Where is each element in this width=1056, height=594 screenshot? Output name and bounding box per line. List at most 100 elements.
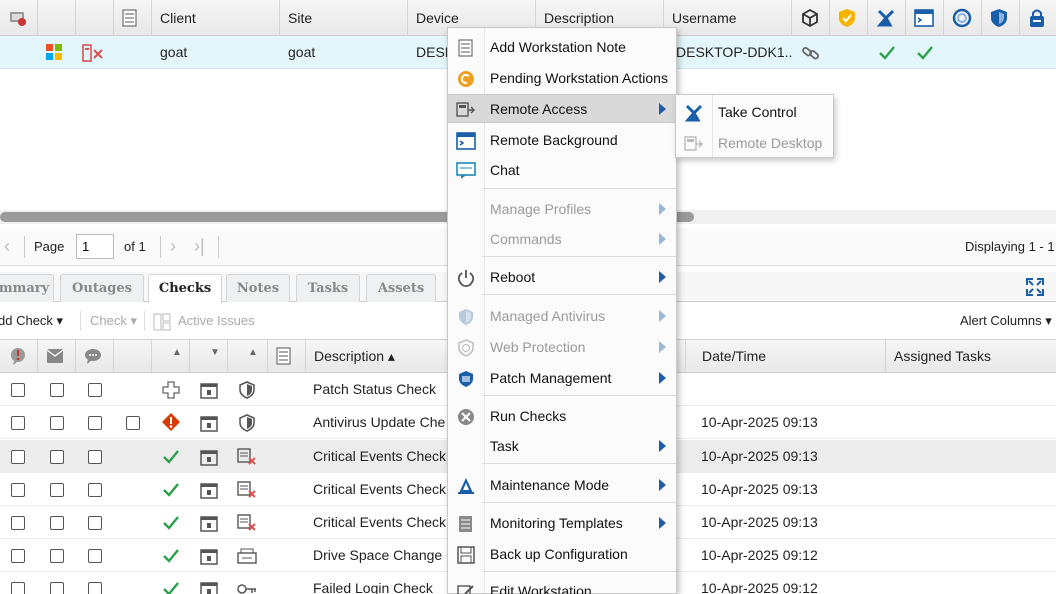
col-shield-header[interactable] bbox=[830, 0, 868, 36]
menu-remote-access[interactable]: Remote Access bbox=[448, 94, 676, 123]
col-comment-header[interactable] bbox=[76, 340, 114, 373]
tab-notes[interactable]: Notes bbox=[226, 274, 290, 302]
col-take-control-header[interactable] bbox=[868, 0, 906, 36]
menu-run-checks[interactable]: Run Checks bbox=[448, 402, 676, 431]
alert-checkbox[interactable] bbox=[11, 450, 25, 464]
col-blue-shield-header[interactable] bbox=[982, 0, 1020, 36]
check-datetime: 10-Apr-2025 09:13 bbox=[701, 514, 818, 530]
extra-checkbox[interactable] bbox=[126, 416, 140, 430]
alert-columns-button[interactable]: Alert Columns ▾ bbox=[960, 313, 1052, 329]
check-description: Failed Login Check bbox=[313, 580, 433, 594]
error-diamond-icon bbox=[160, 411, 182, 433]
col-datetime-header[interactable]: Date/Time bbox=[694, 340, 886, 373]
menu-add-workstation-note[interactable]: Add Workstation Note bbox=[448, 33, 676, 62]
pending-icon bbox=[454, 67, 478, 91]
menu-managed-antivirus[interactable]: Managed Antivirus bbox=[448, 302, 676, 331]
displaying-count: Displaying 1 - 1 bbox=[965, 239, 1055, 254]
menu-reboot[interactable]: Reboot bbox=[448, 263, 676, 292]
tab-summary[interactable]: mmary bbox=[0, 274, 54, 302]
col-backup-header[interactable] bbox=[1020, 0, 1056, 36]
tab-assets[interactable]: Assets bbox=[366, 274, 436, 302]
comment-checkbox[interactable] bbox=[88, 416, 102, 430]
last-page-icon[interactable]: ›| bbox=[194, 236, 205, 257]
col-alert-header[interactable] bbox=[0, 0, 38, 36]
comment-checkbox[interactable] bbox=[88, 483, 102, 497]
check-icon bbox=[160, 479, 182, 501]
col-status-header[interactable] bbox=[76, 0, 114, 36]
expand-icon[interactable] bbox=[1024, 276, 1046, 298]
package-icon bbox=[802, 8, 818, 28]
menu-pending-actions[interactable]: Pending Workstation Actions bbox=[448, 64, 676, 93]
email-checkbox[interactable] bbox=[50, 383, 64, 397]
shield-icon bbox=[454, 305, 478, 329]
menu-label: Reboot bbox=[490, 269, 536, 285]
menu-chat[interactable]: Chat bbox=[448, 156, 676, 185]
menu-web-protection[interactable]: Web Protection bbox=[448, 333, 676, 362]
menu-maintenance-mode[interactable]: Maintenance Mode bbox=[448, 471, 676, 500]
menu-backup-configuration[interactable]: Back up Configuration bbox=[448, 540, 676, 569]
comment-checkbox[interactable] bbox=[88, 516, 102, 530]
page-label: Page bbox=[34, 239, 65, 254]
comment-checkbox[interactable] bbox=[88, 549, 102, 563]
tab-outages[interactable]: Outages bbox=[60, 274, 144, 302]
alert-checkbox[interactable] bbox=[11, 582, 25, 594]
menu-take-control[interactable]: Take Control bbox=[676, 98, 833, 127]
page-number-input[interactable] bbox=[76, 234, 114, 259]
email-checkbox[interactable] bbox=[50, 483, 64, 497]
alert-checkbox[interactable] bbox=[11, 549, 25, 563]
col-av-header[interactable] bbox=[792, 0, 830, 36]
col-blank-header[interactable] bbox=[114, 340, 152, 373]
active-issues-button[interactable]: Active Issues bbox=[178, 313, 255, 328]
menu-manage-profiles[interactable]: Manage Profiles bbox=[448, 195, 676, 224]
remote-access-submenu: Take Control Remote Desktop bbox=[675, 94, 834, 158]
menu-patch-management[interactable]: Patch Management bbox=[448, 364, 676, 393]
add-check-button[interactable]: dd Check ▾ bbox=[0, 313, 63, 329]
orange-shield-icon bbox=[839, 9, 855, 27]
link-icon[interactable] bbox=[800, 42, 822, 64]
tab-checks[interactable]: Checks bbox=[148, 274, 222, 303]
alert-checkbox[interactable] bbox=[11, 483, 25, 497]
col-site-header[interactable]: Site bbox=[280, 0, 408, 36]
menu-remote-background[interactable]: Remote Background bbox=[448, 126, 676, 155]
menu-commands[interactable]: Commands bbox=[448, 225, 676, 254]
submenu-arrow-icon bbox=[659, 103, 666, 115]
tab-tasks[interactable]: Tasks bbox=[296, 274, 360, 302]
email-checkbox[interactable] bbox=[50, 450, 64, 464]
alert-checkbox[interactable] bbox=[11, 416, 25, 430]
col-notes-header[interactable] bbox=[268, 340, 306, 373]
col-email-header[interactable] bbox=[38, 340, 76, 373]
col-notes-header[interactable] bbox=[114, 0, 152, 36]
col-kind-sort-header[interactable]: ▲ bbox=[228, 340, 268, 373]
col-assigned-tasks-header[interactable]: Assigned Tasks bbox=[886, 340, 1056, 373]
col-username-header[interactable]: Username bbox=[664, 0, 792, 36]
comment-checkbox[interactable] bbox=[88, 582, 102, 594]
col-alert-header[interactable] bbox=[0, 340, 38, 373]
col-os-header[interactable] bbox=[38, 0, 76, 36]
menu-label: Manage Profiles bbox=[490, 201, 592, 217]
shield-outline-icon bbox=[236, 379, 258, 401]
sort-up-icon: ▲ bbox=[172, 347, 182, 358]
col-client-header[interactable]: Client bbox=[152, 0, 280, 36]
alert-checkbox[interactable] bbox=[11, 516, 25, 530]
calendar-icon bbox=[198, 512, 220, 534]
col-terminal-header[interactable] bbox=[906, 0, 944, 36]
menu-monitoring-templates[interactable]: Monitoring Templates bbox=[448, 509, 676, 538]
device-name: DESK bbox=[416, 44, 448, 60]
email-checkbox[interactable] bbox=[50, 516, 64, 530]
email-checkbox[interactable] bbox=[50, 549, 64, 563]
col-type-sort-header[interactable]: ▼ bbox=[190, 340, 228, 373]
comment-checkbox[interactable] bbox=[88, 383, 102, 397]
menu-task[interactable]: Task bbox=[448, 432, 676, 461]
comment-checkbox[interactable] bbox=[88, 450, 102, 464]
next-page-icon[interactable]: › bbox=[170, 236, 176, 257]
menu-edit-workstation[interactable]: Edit Workstation bbox=[448, 577, 676, 594]
prev-page-icon[interactable]: ‹ bbox=[4, 236, 10, 257]
col-status-sort-header[interactable]: ▲ bbox=[152, 340, 190, 373]
menu-remote-desktop[interactable]: Remote Desktop bbox=[676, 129, 833, 158]
email-checkbox[interactable] bbox=[50, 416, 64, 430]
email-checkbox[interactable] bbox=[50, 582, 64, 594]
event-log-error-icon bbox=[236, 446, 258, 468]
alert-checkbox[interactable] bbox=[11, 383, 25, 397]
col-refresh-header[interactable] bbox=[944, 0, 982, 36]
check-button[interactable]: Check ▾ bbox=[90, 313, 137, 329]
